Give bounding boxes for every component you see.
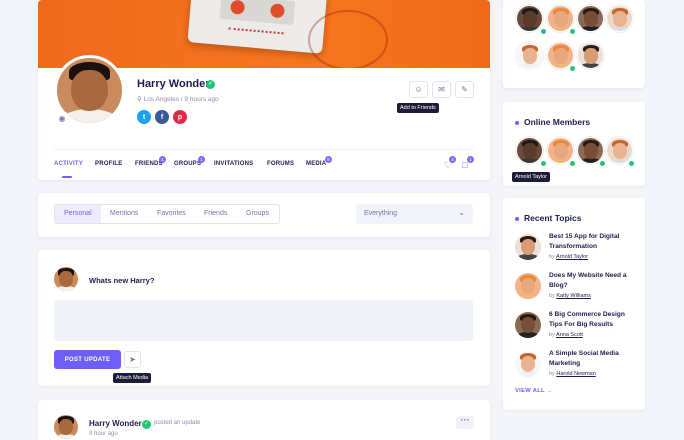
by-label: by [549, 254, 555, 260]
topic-author: by Anna Scott [549, 332, 583, 338]
twitter-icon[interactable]: t [137, 110, 151, 124]
messages-badge: 1 [467, 156, 474, 163]
view-all-link[interactable]: VIEW ALL → [515, 388, 553, 394]
composer-prompt: Whats new Harry? [89, 276, 155, 285]
member-avatar[interactable] [516, 42, 543, 69]
member-avatar[interactable] [516, 5, 543, 32]
friends-widget [503, 0, 645, 88]
profile-meta: ⚲ Los Angeles / 9 hours ago [137, 96, 219, 103]
post-update-button[interactable]: POST UPDATE [54, 350, 121, 369]
tab-forums[interactable]: FORUMS [267, 161, 294, 167]
tab-groups[interactable]: GROUPS [174, 161, 201, 167]
tab-friends[interactable]: FRIENDS [135, 161, 163, 167]
pinterest-icon[interactable]: p [173, 110, 187, 124]
cassette-illustration [187, 0, 328, 54]
topic-title[interactable]: Best 15 App for Digital Transformation [549, 232, 635, 252]
filter-personal[interactable]: Personal [64, 210, 92, 217]
profile-meta-text: Los Angeles / 9 hours ago [143, 96, 219, 103]
online-members-widget: Online Members Arnold Taylor [503, 102, 645, 186]
topic-author: by Arnold Taylor [549, 254, 588, 260]
groups-badge: 1 [198, 156, 205, 163]
profile-name: Harry Wonder [137, 78, 210, 90]
filter-groups[interactable]: Groups [246, 210, 269, 217]
add-friend-tooltip: Add to Friends [397, 103, 439, 113]
camera-icon[interactable]: ◉ [55, 111, 69, 125]
verified-check-icon: ✓ [206, 80, 215, 89]
friends-badge: 1 [159, 156, 166, 163]
filter-mentions[interactable]: Mentions [110, 210, 138, 217]
more-options-button[interactable]: ··· [456, 416, 474, 429]
by-label: by [549, 371, 555, 377]
activity-type-select[interactable]: Everything ⌄ [356, 204, 473, 224]
member-avatar[interactable] [606, 5, 633, 32]
activity-time: 9 hour ago [89, 431, 118, 437]
activity-filter-card: Personal Mentions Favorites Friends Grou… [38, 193, 490, 237]
topic-author: by Katty Williams [549, 293, 591, 299]
attach-media-button[interactable]: ➤ [124, 351, 141, 368]
add-friend-button[interactable]: ☺ [409, 81, 428, 98]
topic-author-link[interactable]: Harold Newman [556, 371, 595, 377]
member-tooltip: Arnold Taylor [512, 172, 550, 182]
recent-topics-title: Recent Topics [515, 213, 581, 223]
composer-avatar [54, 267, 78, 291]
verified-check-icon: ✓ [142, 420, 151, 429]
message-button[interactable]: ✉ [432, 81, 451, 98]
filter-segmented-control: Personal Mentions Favorites Friends Grou… [54, 204, 280, 224]
more-icon: ··· [460, 415, 470, 425]
tabs-divider [54, 149, 474, 150]
member-avatar[interactable] [516, 137, 543, 164]
tab-profile[interactable]: PROFILE [95, 161, 122, 167]
tab-invitations[interactable]: INVITATIONS [214, 161, 253, 167]
notifications-badge: 4 [449, 156, 456, 163]
chevron-down-icon: ⌄ [458, 208, 465, 217]
topic-author: by Harold Newman [549, 371, 596, 377]
online-indicator [540, 28, 547, 35]
topic-avatar[interactable] [515, 351, 541, 377]
activity-avatar[interactable] [54, 415, 78, 439]
user-add-icon: ☺ [414, 85, 423, 94]
filter-favorites[interactable]: Favorites [157, 210, 186, 217]
media-badge: 5 [325, 156, 332, 163]
filter-friends[interactable]: Friends [204, 210, 227, 217]
online-indicator [569, 28, 576, 35]
topic-title[interactable]: A Simple Social Media Marketing [549, 349, 635, 369]
topic-author-link[interactable]: Arnold Taylor [556, 254, 588, 260]
mail-icon: ✉ [438, 85, 445, 94]
recent-topics-widget: Recent Topics Best 15 App for Digital Tr… [503, 198, 645, 410]
pencil-icon: ✎ [461, 85, 468, 94]
by-label: by [549, 293, 555, 299]
tab-activity[interactable]: ACTIVITY [54, 161, 83, 167]
topic-title[interactable]: 6 Big Commerce Design Tips For Big Resul… [549, 310, 635, 330]
online-indicator [569, 160, 576, 167]
online-indicator [569, 65, 576, 72]
member-avatar[interactable] [577, 5, 604, 32]
active-tab-indicator [62, 176, 72, 178]
member-avatar[interactable] [577, 42, 604, 69]
topic-author-link[interactable]: Katty Williams [556, 293, 591, 299]
post-textarea[interactable] [54, 300, 473, 341]
topic-title[interactable]: Does My Website Need a Blog? [549, 271, 635, 291]
attach-media-tooltip: Attach Media [113, 373, 152, 383]
online-members-title: Online Members [515, 117, 590, 127]
topic-author-link[interactable]: Anna Scott [556, 332, 583, 338]
edit-profile-button[interactable]: ✎ [455, 81, 474, 98]
activity-item: Harry Wonder ✓ posted an update 9 hour a… [38, 400, 490, 440]
post-composer-card: Whats new Harry? POST UPDATE ➤ Attach Me… [38, 250, 490, 386]
facebook-icon[interactable]: f [155, 110, 169, 124]
online-indicator [540, 160, 547, 167]
online-indicator [628, 160, 635, 167]
online-indicator [599, 160, 606, 167]
activity-author[interactable]: Harry Wonder [89, 419, 142, 428]
select-value: Everything [364, 210, 398, 217]
tab-media[interactable]: MEDIA [306, 161, 326, 167]
activity-verb: posted an update [154, 420, 201, 426]
paperclip-icon: ➤ [129, 355, 136, 364]
chat-icon[interactable]: □ [462, 160, 467, 170]
topic-avatar[interactable] [515, 234, 541, 260]
topic-avatar[interactable] [515, 312, 541, 338]
topic-avatar[interactable] [515, 273, 541, 299]
by-label: by [549, 332, 555, 338]
